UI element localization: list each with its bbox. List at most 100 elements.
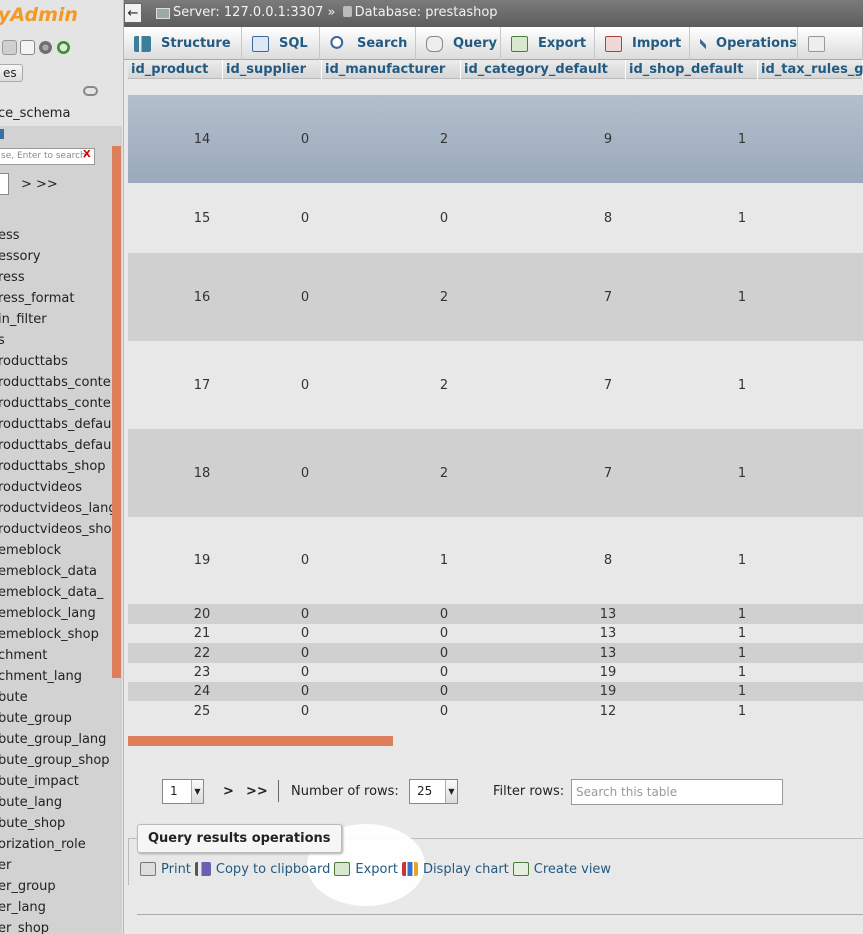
table-cell-id_supplier[interactable]: 0	[265, 341, 345, 429]
table-item[interactable]: emeblock_shop	[0, 625, 120, 646]
table-cell-id_shop_default[interactable]: 1	[702, 663, 782, 682]
tab-sql[interactable]: SQL	[242, 27, 320, 60]
table-cell-id_product[interactable]: 16	[162, 253, 242, 341]
table-item[interactable]: ress	[0, 268, 120, 289]
table-item[interactable]: er	[0, 856, 120, 877]
table-item[interactable]: er_group	[0, 877, 120, 898]
rows-per-page-select[interactable]: 25 ▼	[409, 779, 458, 804]
table-cell-id_manufacturer[interactable]: 2	[404, 341, 484, 429]
collapse-nav-button[interactable]: ←	[124, 3, 142, 23]
table-cell-id_supplier[interactable]: 0	[265, 183, 345, 253]
tab-export[interactable]: Export	[501, 27, 595, 60]
table-item[interactable]: emeblock	[0, 541, 120, 562]
table-cell-id_manufacturer[interactable]: 0	[404, 682, 484, 701]
table-item[interactable]: bute	[0, 688, 120, 709]
table-cell-id_category_default[interactable]: 7	[568, 341, 648, 429]
table-item[interactable]: emeblock_data	[0, 562, 120, 583]
table-item[interactable]: essory	[0, 247, 120, 268]
table-row[interactable]: 25 0 0 12 1	[128, 701, 863, 721]
tab-more[interactable]	[798, 27, 863, 60]
table-item[interactable]: bute_shop	[0, 814, 120, 835]
table-row[interactable]: 14 0 2 9 1	[128, 95, 863, 183]
table-cell-id_category_default[interactable]: 7	[568, 253, 648, 341]
table-cell-id_shop_default[interactable]: 1	[702, 429, 782, 517]
last-page-button[interactable]: >>	[246, 784, 268, 799]
table-row[interactable]: 21 0 0 13 1	[128, 624, 863, 643]
table-row[interactable]: 17 0 2 7 1	[128, 341, 863, 429]
table-cell-id_supplier[interactable]: 0	[265, 643, 345, 663]
table-cell-id_category_default[interactable]: 8	[568, 517, 648, 604]
table-cell-id_category_default[interactable]: 13	[568, 643, 648, 663]
table-cell-id_product[interactable]: 14	[162, 95, 242, 183]
table-item[interactable]: roducttabs_shop	[0, 457, 120, 478]
table-cell-id_category_default[interactable]: 7	[568, 429, 648, 517]
clear-filter-icon[interactable]: X	[83, 149, 91, 160]
table-item[interactable]: in_filter	[0, 310, 120, 331]
breadcrumb-database[interactable]: Database: prestashop	[355, 5, 498, 20]
export-link[interactable]: Export	[334, 862, 398, 877]
table-item[interactable]: chment_lang	[0, 667, 120, 688]
column-header-id_manufacturer[interactable]: id_manufacturer	[322, 60, 461, 79]
table-item[interactable]: roducttabs_conte	[0, 373, 120, 394]
reload-icon[interactable]	[56, 40, 71, 55]
table-cell-id_manufacturer[interactable]: 2	[404, 95, 484, 183]
table-row[interactable]: 16 0 2 7 1	[128, 253, 863, 341]
table-cell-id_supplier[interactable]: 0	[265, 253, 345, 341]
column-header-id_supplier[interactable]: id_supplier	[223, 60, 322, 79]
tab-operations[interactable]: Operations	[690, 27, 798, 60]
table-cell-id_shop_default[interactable]: 1	[702, 341, 782, 429]
database-item[interactable]: ce_schema	[0, 106, 70, 121]
table-cell-id_product[interactable]: 20	[162, 604, 242, 624]
table-row[interactable]: 24 0 0 19 1	[128, 682, 863, 701]
table-cell-id_supplier[interactable]: 0	[265, 95, 345, 183]
table-cell-id_manufacturer[interactable]: 0	[404, 643, 484, 663]
nav-page-next[interactable]: > >>	[21, 177, 58, 192]
table-item[interactable]: roductvideos_shop	[0, 520, 120, 541]
table-item[interactable]: bute_impact	[0, 772, 120, 793]
table-cell-id_manufacturer[interactable]: 2	[404, 253, 484, 341]
table-item[interactable]: emeblock_data_	[0, 583, 120, 604]
table-item[interactable]: roducttabs_conte	[0, 394, 120, 415]
filter-rows-input[interactable]: Search this table	[571, 779, 783, 805]
table-cell-id_category_default[interactable]: 12	[568, 701, 648, 721]
copy-to-clipboard-link[interactable]: Copy to clipboard	[194, 862, 330, 877]
table-cell-id_product[interactable]: 23	[162, 663, 242, 682]
tab-query[interactable]: Query	[416, 27, 501, 60]
table-row[interactable]: 20 0 0 13 1	[128, 604, 863, 624]
gear-icon[interactable]	[38, 40, 53, 55]
table-item[interactable]: roductvideos	[0, 478, 120, 499]
table-cell-id_shop_default[interactable]: 1	[702, 604, 782, 624]
table-item[interactable]: er_lang	[0, 898, 120, 919]
table-cell-id_category_default[interactable]: 13	[568, 604, 648, 624]
docs-icon[interactable]	[20, 40, 35, 55]
table-cell-id_shop_default[interactable]: 1	[702, 682, 782, 701]
table-cell-id_supplier[interactable]: 0	[265, 701, 345, 721]
column-header-id_shop_default[interactable]: id_shop_default	[626, 60, 758, 79]
table-cell-id_shop_default[interactable]: 1	[702, 253, 782, 341]
table-cell-id_manufacturer[interactable]: 0	[404, 701, 484, 721]
table-cell-id_manufacturer[interactable]: 0	[404, 604, 484, 624]
table-item[interactable]: roducttabs	[0, 352, 120, 373]
display-chart-link[interactable]: Display chart	[401, 862, 509, 877]
next-page-button[interactable]: >	[223, 784, 234, 799]
tab-search[interactable]: Search	[320, 27, 416, 60]
table-cell-id_supplier[interactable]: 0	[265, 604, 345, 624]
table-cell-id_category_default[interactable]: 8	[568, 183, 648, 253]
table-cell-id_supplier[interactable]: 0	[265, 663, 345, 682]
table-item[interactable]: chment	[0, 646, 120, 667]
table-cell-id_manufacturer[interactable]: 1	[404, 517, 484, 604]
table-row[interactable]: 18 0 2 7 1	[128, 429, 863, 517]
print-link[interactable]: Print	[140, 862, 191, 877]
table-item[interactable]: bute_group_lang	[0, 730, 120, 751]
table-cell-id_supplier[interactable]: 0	[265, 517, 345, 604]
table-item[interactable]: s	[0, 331, 120, 352]
table-item[interactable]: bute_group	[0, 709, 120, 730]
table-cell-id_supplier[interactable]: 0	[265, 429, 345, 517]
table-cell-id_category_default[interactable]: 9	[568, 95, 648, 183]
breadcrumb-server[interactable]: Server: 127.0.0.1:3307	[173, 5, 323, 20]
recent-tables-button[interactable]: es	[0, 64, 23, 82]
table-filter-input[interactable]: se, Enter to search	[0, 148, 95, 165]
page-select[interactable]: 1 ▼	[162, 779, 204, 804]
table-cell-id_product[interactable]: 17	[162, 341, 242, 429]
table-cell-id_product[interactable]: 18	[162, 429, 242, 517]
